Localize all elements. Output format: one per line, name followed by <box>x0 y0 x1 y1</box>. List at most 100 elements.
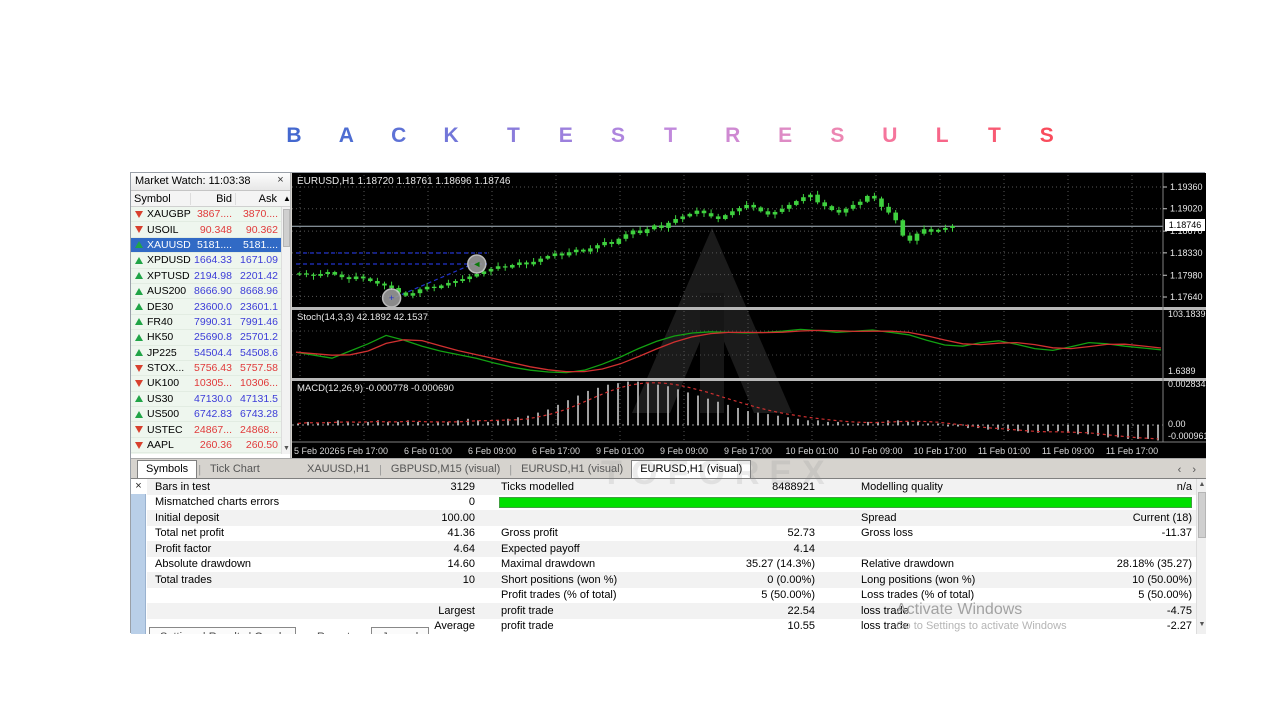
svg-text:10 Feb 17:00: 10 Feb 17:00 <box>913 446 966 456</box>
svg-text:1.6389: 1.6389 <box>1168 366 1196 376</box>
panel-divider[interactable] <box>292 307 1206 310</box>
report-value: 0 (0.00%) <box>767 573 815 586</box>
svg-text:6 Feb 09:00: 6 Feb 09:00 <box>468 446 516 456</box>
column-ask[interactable]: Ask <box>235 192 280 205</box>
down-arrow-icon <box>135 226 143 234</box>
market-watch-scrollbar[interactable]: ▼ <box>281 207 290 454</box>
tab-tick-chart[interactable]: Tick Chart <box>202 461 268 478</box>
list-item-us30[interactable]: US30 47130.0 47131.5 <box>131 392 290 408</box>
tab-scroll-arrows[interactable]: ‹ › <box>1172 462 1206 478</box>
list-item-usoil[interactable]: USOIL 90.348 90.362 <box>131 222 290 238</box>
up-arrow-icon <box>135 318 143 326</box>
report-value: Largest <box>438 604 475 617</box>
symbol-name: STOX... <box>147 362 185 375</box>
panel-divider[interactable] <box>292 378 1206 381</box>
report-label: Total net profit <box>155 527 225 540</box>
close-icon[interactable]: × <box>274 174 287 187</box>
ask-value: 54508.6 <box>240 346 278 359</box>
market-watch-title: Market Watch: 11:03:38 <box>135 175 251 187</box>
report-label: Loss trades (% of total) <box>861 589 975 602</box>
tab-report[interactable]: Report <box>307 627 360 634</box>
list-item-uk100[interactable]: UK100 10305... 10306... <box>131 376 290 392</box>
title-letter: L <box>935 124 949 147</box>
bid-value: 23600.0 <box>194 300 232 313</box>
svg-text:-0.000961: -0.000961 <box>1168 431 1206 441</box>
down-arrow-icon <box>135 426 143 434</box>
report-row: Profit trades (% of total) 5 (50.00%) Loss… <box>147 588 1196 604</box>
tab-symbols[interactable]: Symbols <box>137 460 198 478</box>
tab-journal[interactable]: Journal <box>371 627 430 634</box>
activate-windows-watermark: Activate Windows <box>896 601 1023 618</box>
svg-text:5 Feb 17:00: 5 Feb 17:00 <box>340 446 388 456</box>
list-item-xaugbp[interactable]: XAUGBP 3867.... 3870.... <box>131 207 290 223</box>
scroll-thumb[interactable] <box>283 209 290 247</box>
list-item-fr40[interactable]: FR40 7990.31 7991.46 <box>131 315 290 331</box>
report-label: Profit factor <box>155 542 212 555</box>
list-item-ustec[interactable]: USTEC 24867... 24868... <box>131 422 290 438</box>
svg-text:5 Feb 2026: 5 Feb 2026 <box>294 446 340 456</box>
ask-value: 25701.2 <box>240 331 278 344</box>
market-watch-tabs: Symbols | Tick Chart <box>131 458 291 478</box>
list-item-xauusd[interactable]: XAUUSD 5181.... 5181.... <box>131 237 290 254</box>
market-watch-list: XAUGBP 3867.... 3870.... USOIL 90.348 90.362 X… <box>131 207 290 454</box>
chart-canvas[interactable]: +◄1.193601.190201.186701.183301.179801.1… <box>292 173 1206 458</box>
list-item-jp225[interactable]: JP225 54504.4 54508.6 <box>131 346 290 361</box>
list-item-hk50[interactable]: HK50 25690.8 25701.2 <box>131 330 290 346</box>
list-item-de30[interactable]: DE30 23600.0 23601.1 <box>131 299 290 315</box>
tester-side-tab[interactable]: Tester <box>131 494 146 634</box>
down-arrow-icon <box>135 210 143 218</box>
svg-text:6 Feb 17:00: 6 Feb 17:00 <box>532 446 580 456</box>
title-letter: C <box>391 124 407 147</box>
bid-value: 3867.... <box>196 208 232 221</box>
chart-area[interactable]: + ◄ 1.19360 1.19020 1.18670 1.18330 1.17980 1.1… <box>292 173 1206 458</box>
list-item-xptusd[interactable]: XPTUSD 2194.98 2201.42 <box>131 269 290 284</box>
bid-value: 5181.... <box>196 238 232 251</box>
scroll-down-icon[interactable]: ▼ <box>1197 619 1206 630</box>
list-item-xpdusd[interactable]: XPDUSD 1664.33 1671.09 <box>131 253 290 269</box>
ask-value: 3870.... <box>242 208 278 221</box>
scroll-up-icon[interactable]: ▲ <box>280 194 291 203</box>
report-row: Absolute drawdown 14.60 Maximal drawdown 35… <box>147 557 1196 573</box>
report-value: 14.60 <box>447 558 475 571</box>
scroll-thumb[interactable] <box>1198 492 1206 538</box>
list-item-aus200[interactable]: AUS200 8666.90 8668.96 <box>131 284 290 300</box>
svg-text:6 Feb 01:00: 6 Feb 01:00 <box>404 446 452 456</box>
bid-value: 7990.31 <box>194 315 232 328</box>
report-row: Largest profit trade 22.54 loss trade -4.75 <box>147 603 1196 619</box>
tab-settings-results-graph[interactable]: Settings | Results | Graph <box>149 627 296 634</box>
svg-text:1.19020: 1.19020 <box>1170 204 1203 214</box>
symbol-name: XPTUSD <box>147 269 190 282</box>
list-item-aapl[interactable]: AAPL 260.36 260.50 <box>131 438 290 454</box>
chart-tab-0[interactable]: XAUUSD,H1 <box>299 461 378 478</box>
ask-value: 7991.46 <box>240 315 278 328</box>
report-value: 52.73 <box>787 527 815 540</box>
bid-value: 5756.43 <box>194 362 232 375</box>
mt4-window: Market Watch: 11:03:38 × Symbol Bid Ask … <box>130 172 1206 634</box>
down-arrow-icon <box>135 441 143 449</box>
current-price-tag: 1.18746 <box>1165 219 1205 231</box>
chart-tab-3[interactable]: EURUSD,H1 (visual) <box>631 460 752 478</box>
chart-tab-1[interactable]: GBPUSD,M15 (visual) <box>383 461 508 478</box>
list-item-stox[interactable]: STOX... 5756.43 5757.58 <box>131 361 290 377</box>
scroll-up-icon[interactable]: ▲ <box>1197 479 1206 490</box>
title-letter: U <box>882 124 898 147</box>
chart-tab-2[interactable]: EURUSD,H1 (visual) <box>513 461 631 478</box>
up-arrow-icon <box>135 410 143 418</box>
report-value: -11.37 <box>1161 527 1192 540</box>
list-item-us500[interactable]: US500 6742.83 6743.28 <box>131 407 290 423</box>
column-bid[interactable]: Bid <box>190 192 235 205</box>
column-symbol[interactable]: Symbol <box>131 193 190 205</box>
symbol-name: XPDUSD <box>147 254 191 267</box>
chart-ohlc-title: EURUSD,H1 1.18720 1.18761 1.18696 1.1874… <box>297 176 511 187</box>
close-icon[interactable]: × <box>132 480 145 493</box>
report-value: 4.14 <box>793 542 815 555</box>
market-watch-panel: Market Watch: 11:03:38 × Symbol Bid Ask … <box>131 173 291 458</box>
tester-scrollbar[interactable]: ▲ ▼ <box>1196 479 1206 634</box>
report-row: Profit factor 4.64 Expected payoff 4.14 <box>147 541 1196 557</box>
scroll-down-icon[interactable]: ▼ <box>282 444 290 454</box>
svg-text:◄: ◄ <box>472 259 481 269</box>
report-value: 100.00 <box>441 511 475 524</box>
report-value: n/a <box>1176 480 1192 493</box>
svg-text:9 Feb 09:00: 9 Feb 09:00 <box>660 446 708 456</box>
symbol-name: JP225 <box>147 346 177 359</box>
